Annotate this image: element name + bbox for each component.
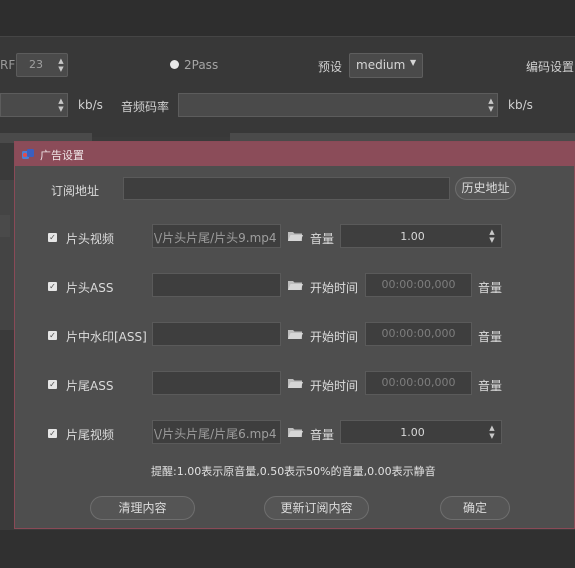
- check-icon: ✓: [49, 331, 56, 340]
- check-icon: ✓: [49, 429, 56, 438]
- outro-volume-value: 1.00: [400, 426, 425, 439]
- watermark-ass-path-input[interactable]: [152, 322, 281, 346]
- dialog-titlebar[interactable]: [15, 142, 575, 166]
- intro-volume-spin-icon[interactable]: ▲ ▼: [488, 228, 496, 244]
- outro-ass-start-time[interactable]: 00:00:00,000: [365, 371, 472, 395]
- outro-ass-checkbox[interactable]: ✓: [48, 380, 57, 389]
- outro-ass-label: 片尾ASS: [66, 379, 114, 393]
- audio-bitrate-label: 音频码率: [121, 100, 170, 114]
- outro-video-path-input[interactable]: \/片头片尾/片尾6.mp4: [152, 420, 281, 444]
- ok-button[interactable]: 确定: [440, 496, 510, 520]
- outro-ass-path-input[interactable]: [152, 371, 281, 395]
- bottom-panel: [0, 530, 575, 568]
- audio-bitrate-spin-icon[interactable]: ▲ ▼: [487, 97, 495, 113]
- crf-label: RF: [0, 58, 16, 72]
- preset-value: medium: [356, 58, 406, 72]
- intro-ass-volume-label: 音量: [478, 281, 503, 295]
- folder-open-icon[interactable]: [287, 377, 303, 389]
- clear-content-button[interactable]: 清理内容: [90, 496, 195, 520]
- intro-volume-value: 1.00: [400, 230, 425, 243]
- outro-ass-path: [153, 372, 280, 376]
- folder-open-icon[interactable]: [287, 426, 303, 438]
- app-logo-icon: [22, 149, 34, 159]
- outro-video-path: \/片头片尾/片尾6.mp4: [154, 427, 277, 441]
- dialog-title: 广告设置: [40, 149, 84, 162]
- intro-ass-checkbox[interactable]: ✓: [48, 282, 57, 291]
- history-address-button[interactable]: 历史地址: [455, 177, 516, 200]
- check-icon: ✓: [49, 233, 56, 242]
- two-pass-radio[interactable]: [170, 60, 179, 69]
- video-bitrate-unit: kb/s: [78, 98, 103, 112]
- intro-ass-path-input[interactable]: [152, 273, 281, 297]
- chevron-down-icon: ▼: [410, 58, 417, 67]
- encoding-panel: [0, 37, 575, 137]
- intro-ass-start-time[interactable]: 00:00:00,000: [365, 273, 472, 297]
- outro-video-label: 片尾视频: [66, 428, 115, 442]
- folder-open-icon[interactable]: [287, 328, 303, 340]
- intro-video-path: \/片头片尾/片头9.mp4: [154, 231, 277, 245]
- encoder-settings-label[interactable]: 编码设置: [526, 58, 574, 75]
- watermark-ass-start-label: 开始时间: [310, 330, 359, 344]
- left-panel: [0, 180, 14, 330]
- check-icon: ✓: [49, 282, 56, 291]
- watermark-ass-start-time[interactable]: 00:00:00,000: [365, 322, 472, 346]
- crf-value: 23: [29, 58, 43, 71]
- intro-ass-label: 片头ASS: [66, 281, 114, 295]
- check-icon: ✓: [49, 380, 56, 389]
- watermark-ass-volume-label: 音量: [478, 330, 503, 344]
- audio-bitrate-input[interactable]: [178, 93, 498, 117]
- background-field: [0, 215, 10, 237]
- intro-video-label: 片头视频: [66, 232, 115, 246]
- intro-ass-start-label: 开始时间: [310, 281, 359, 295]
- preset-label: 预设: [318, 60, 343, 74]
- watermark-ass-checkbox[interactable]: ✓: [48, 331, 57, 340]
- outro-ass-volume-label: 音量: [478, 379, 503, 393]
- update-subscription-button[interactable]: 更新订阅内容: [264, 496, 369, 520]
- two-pass-label: 2Pass: [184, 58, 219, 72]
- folder-open-icon[interactable]: [287, 279, 303, 291]
- audio-bitrate-unit: kb/s: [508, 98, 533, 112]
- folder-open-icon[interactable]: [287, 230, 303, 242]
- volume-hint: 提醒:1.00表示原音量,0.50表示50%的音量,0.00表示静音: [151, 465, 436, 478]
- intro-video-path-input[interactable]: \/片头片尾/片头9.mp4: [152, 224, 281, 248]
- app-toolbar: [0, 0, 575, 37]
- intro-video-checkbox[interactable]: ✓: [48, 233, 57, 242]
- outro-video-checkbox[interactable]: ✓: [48, 429, 57, 438]
- watermark-ass-path: [153, 323, 280, 327]
- outro-volume-spin-icon[interactable]: ▲ ▼: [488, 424, 496, 440]
- outro-ass-start-label: 开始时间: [310, 379, 359, 393]
- subscription-url-input[interactable]: [123, 177, 450, 200]
- intro-ass-path: [153, 274, 280, 278]
- outro-volume-label: 音量: [310, 428, 335, 442]
- crf-spin-arrows-icon[interactable]: ▲ ▼: [57, 57, 65, 73]
- intro-volume-label: 音量: [310, 232, 335, 246]
- watermark-ass-label: 片中水印[ASS]: [66, 330, 147, 344]
- video-bitrate-spin-icon[interactable]: ▲ ▼: [57, 97, 65, 113]
- subscription-label: 订阅地址: [51, 184, 100, 198]
